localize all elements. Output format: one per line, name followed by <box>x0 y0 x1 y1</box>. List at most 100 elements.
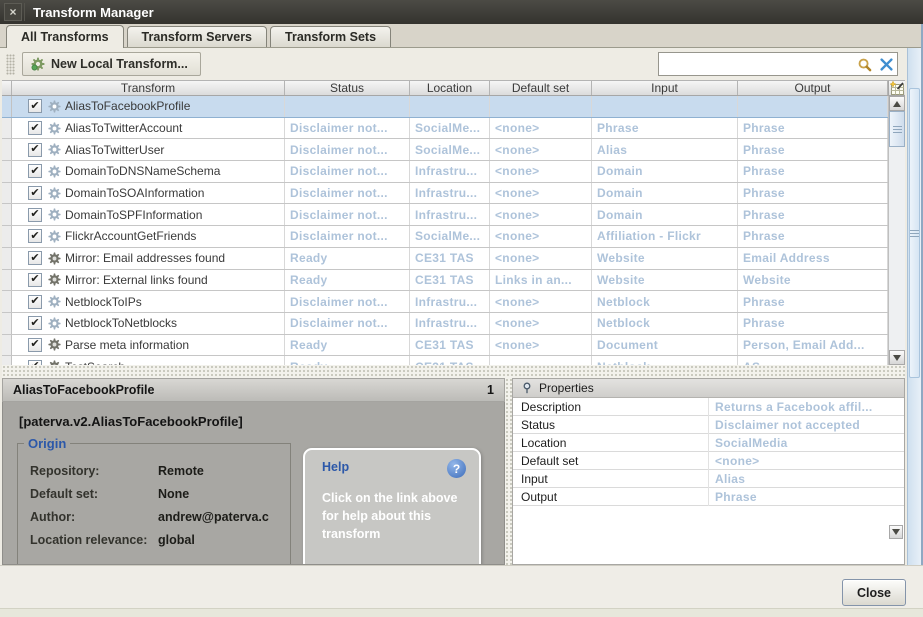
thumb-grip-icon <box>910 230 919 237</box>
tab-transform-sets[interactable]: Transform Sets <box>270 26 391 47</box>
gear-light <box>48 143 61 156</box>
column-header-output[interactable]: Output <box>738 81 888 95</box>
table-row[interactable]: ✔Mirror: Email addresses foundReadyCE31 … <box>2 248 888 270</box>
row-checkbox[interactable]: ✔ <box>28 121 42 135</box>
cell-location <box>410 96 490 117</box>
table-row[interactable]: ✔AliasToTwitterUserDisclaimer not...Soci… <box>2 139 888 161</box>
transform-name: Mirror: Email addresses found <box>65 251 225 265</box>
cell-default-set: <none> <box>490 291 592 312</box>
table-header: TransformStatusLocationDefault setInputO… <box>2 80 905 96</box>
property-row[interactable]: StatusDisclaimer not accepted <box>513 416 904 434</box>
property-row[interactable]: DescriptionReturns a Facebook affil... <box>513 398 904 416</box>
tab-all-transforms[interactable]: All Transforms <box>6 25 124 48</box>
table-row[interactable]: ✔Parse meta informationReadyCE31 TAS<non… <box>2 335 888 357</box>
property-row[interactable]: InputAlias <box>513 470 904 488</box>
cell-location: CE31 TAS <box>410 335 490 356</box>
gear-light <box>48 208 61 221</box>
titlebar-divider <box>24 3 25 21</box>
toolbar-drag-handle[interactable] <box>6 54 15 75</box>
property-row[interactable]: Default set<none> <box>513 452 904 470</box>
scroll-up-button[interactable] <box>889 96 905 111</box>
search-icon[interactable] <box>853 57 875 72</box>
new-local-transform-button[interactable]: New Local Transform... <box>22 52 201 76</box>
cell-status: Disclaimer not... <box>285 118 410 139</box>
cell-output: Website <box>738 270 888 291</box>
table-row[interactable]: ✔Mirror: External links foundReadyCE31 T… <box>2 270 888 292</box>
table-row[interactable]: ✔DomainToSOAInformationDisclaimer not...… <box>2 183 888 205</box>
search-input[interactable] <box>659 54 853 74</box>
gear-plus-icon <box>31 57 45 71</box>
vertical-splitter[interactable] <box>505 378 512 565</box>
arrow-down-icon <box>892 529 900 535</box>
row-checkbox[interactable]: ✔ <box>28 251 42 265</box>
row-checkbox[interactable]: ✔ <box>28 186 42 200</box>
property-row[interactable]: OutputPhrase <box>513 488 904 506</box>
window-scrollbar-thumb[interactable] <box>909 88 920 378</box>
column-header-status[interactable]: Status <box>285 81 410 95</box>
transform-name: NetblockToIPs <box>65 295 142 309</box>
column-header-transform[interactable]: Transform <box>12 81 285 95</box>
cell-location: Infrastru... <box>410 313 490 334</box>
gear-light <box>48 165 61 178</box>
detail-count-badge: 1 <box>487 383 494 397</box>
close-button[interactable]: Close <box>842 579 906 606</box>
row-checkbox[interactable]: ✔ <box>28 273 42 287</box>
row-strip <box>2 183 12 204</box>
search-clear-icon[interactable] <box>875 58 897 71</box>
table-row[interactable]: ✔NetblockToIPsDisclaimer not...Infrastru… <box>2 291 888 313</box>
property-value: Returns a Facebook affil... <box>709 400 904 414</box>
row-checkbox[interactable]: ✔ <box>28 338 42 352</box>
table-scrollbar[interactable] <box>888 96 905 365</box>
column-customizer-button[interactable] <box>888 80 905 96</box>
bottom-panels: AliasToFacebookProfile 1 [paterva.v2.Ali… <box>0 378 907 565</box>
cell-output: Phrase <box>738 204 888 225</box>
cell-input: Website <box>592 248 738 269</box>
row-strip <box>2 226 12 247</box>
column-header-input[interactable]: Input <box>592 81 738 95</box>
row-checkbox[interactable]: ✔ <box>28 229 42 243</box>
row-checkbox[interactable]: ✔ <box>28 99 42 113</box>
window-titlebar: × Transform Manager <box>0 0 923 24</box>
cell-location: SocialMe... <box>410 226 490 247</box>
window-scrollbar[interactable] <box>907 48 921 565</box>
property-label: Output <box>513 488 709 506</box>
origin-field-value: Remote <box>158 464 204 478</box>
gear-dark <box>48 273 61 286</box>
table-row[interactable]: ✔NetblockToNetblocksDisclaimer not...Inf… <box>2 313 888 335</box>
table-row[interactable]: ✔TestSearchReadyCE31 TASNetblockAS <box>2 356 888 365</box>
horizontal-splitter[interactable] <box>2 365 905 378</box>
cell-status: Disclaimer not... <box>285 226 410 247</box>
transform-id: [paterva.v2.AliasToFacebookProfile] <box>19 414 243 429</box>
properties-scroll-down-button[interactable] <box>889 525 903 539</box>
tab-transform-servers[interactable]: Transform Servers <box>127 26 267 47</box>
row-checkbox[interactable]: ✔ <box>28 295 42 309</box>
detail-body: [paterva.v2.AliasToFacebookProfile] Orig… <box>2 402 505 565</box>
cell-input: Document <box>592 335 738 356</box>
row-checkbox[interactable]: ✔ <box>28 143 42 157</box>
row-strip <box>2 291 12 312</box>
cell-output: AS <box>738 356 888 365</box>
cell-output: Person, Email Add... <box>738 335 888 356</box>
property-value: Alias <box>709 472 904 486</box>
cell-status: Ready <box>285 248 410 269</box>
table-row[interactable]: ✔AliasToFacebookProfile <box>2 96 888 118</box>
row-checkbox[interactable]: ✔ <box>28 208 42 222</box>
tab-label: Transform Servers <box>142 30 252 44</box>
column-header-location[interactable]: Location <box>410 81 490 95</box>
scrollbar-thumb[interactable] <box>889 111 905 147</box>
transform-manager-window: × Transform Manager All Transforms Transf… <box>0 0 923 617</box>
cell-location: Infrastru... <box>410 161 490 182</box>
table-row[interactable]: ✔AliasToTwitterAccountDisclaimer not...S… <box>2 118 888 140</box>
property-row[interactable]: LocationSocialMedia <box>513 434 904 452</box>
cell-output: Phrase <box>738 139 888 160</box>
search-box <box>658 52 898 76</box>
row-checkbox[interactable]: ✔ <box>28 164 42 178</box>
window-close-button[interactable]: × <box>4 3 22 21</box>
table-row[interactable]: ✔FlickrAccountGetFriendsDisclaimer not..… <box>2 226 888 248</box>
table-customize-icon <box>890 81 905 96</box>
column-header-default-set[interactable]: Default set <box>490 81 592 95</box>
table-row[interactable]: ✔DomainToSPFInformationDisclaimer not...… <box>2 204 888 226</box>
row-checkbox[interactable]: ✔ <box>28 316 42 330</box>
scroll-down-button[interactable] <box>889 350 905 365</box>
table-row[interactable]: ✔DomainToDNSNameSchemaDisclaimer not...I… <box>2 161 888 183</box>
